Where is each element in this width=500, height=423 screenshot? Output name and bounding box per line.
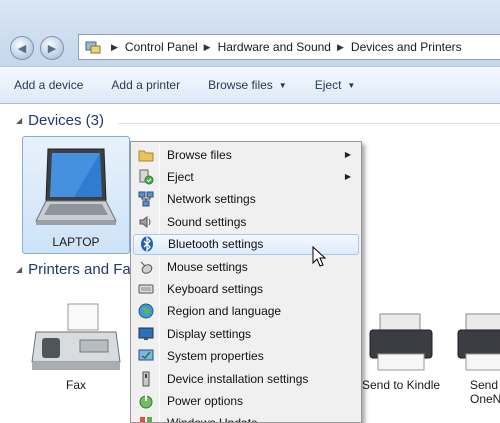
bluetooth-icon <box>134 236 160 252</box>
printer-send-to-kindle-label: Send to Kindle <box>361 378 441 392</box>
breadcrumb-separator: ▶ <box>111 41 118 52</box>
collapse-arrow-icon: ◢ <box>16 265 23 274</box>
chevron-down-icon: ▼ <box>278 80 287 90</box>
menu-item-label: Bluetooth settings <box>168 237 264 252</box>
printer-fax[interactable]: Fax <box>22 302 130 402</box>
breadcrumb-devices-and-printers[interactable]: Devices and Printers <box>351 40 462 54</box>
printer-fax-label: Fax <box>65 378 86 392</box>
breadcrumb-separator: ▶ <box>336 41 344 52</box>
menu-item-system-properties[interactable]: System properties <box>133 346 359 367</box>
eject-label: Eject <box>314 78 342 92</box>
menu-item-eject[interactable]: Eject ▶ <box>133 166 359 187</box>
title-bar: ◀ ▶ ▶ Control Panel ▶ Hardware and Sound… <box>0 0 500 66</box>
menu-item-label: System properties <box>167 349 264 364</box>
breadcrumb-separator: ▶ <box>203 41 211 52</box>
device-laptop[interactable]: LAPTOP <box>22 136 130 254</box>
menu-item-label: Device installation settings <box>167 371 309 386</box>
laptop-icon <box>35 148 117 225</box>
monitor-icon <box>133 326 159 342</box>
control-panel-icon <box>85 40 101 54</box>
printers-group-header[interactable]: ◢ Printers and Fa <box>16 261 131 278</box>
add-printer-label: Add a printer <box>111 78 181 92</box>
menu-item-label: Mouse settings <box>167 259 248 274</box>
network-icon <box>133 191 159 207</box>
forward-button[interactable]: ▶ <box>40 36 64 60</box>
back-arrow-icon: ◀ <box>17 42 27 55</box>
devices-group-header[interactable]: ◢ Devices (3) <box>16 112 104 129</box>
menu-item-browse-files[interactable]: Browse files ▶ <box>133 144 359 165</box>
printer-send-to-onenote-label: Send OneN <box>470 378 500 406</box>
menu-item-label: Region and language <box>167 304 282 319</box>
forward-arrow-icon: ▶ <box>47 42 57 55</box>
menu-item-label: Eject <box>167 169 194 184</box>
menu-item-label: Browse files <box>167 147 232 162</box>
menu-item-sound-settings[interactable]: Sound settings <box>133 211 359 232</box>
collapse-arrow-icon: ◢ <box>16 116 23 125</box>
menu-item-power-options[interactable]: Power options <box>133 390 359 411</box>
breadcrumb-control-panel[interactable]: Control Panel <box>125 40 198 54</box>
devices-group-title: Devices (3) <box>28 112 105 129</box>
browse-files-button[interactable]: Browse files ▼ <box>194 78 301 92</box>
menu-item-device-installation-settings[interactable]: Device installation settings <box>133 368 359 389</box>
printer-send-to-kindle[interactable]: Send to Kindle <box>356 312 446 402</box>
add-device-label: Add a device <box>14 78 84 92</box>
add-device-button[interactable]: Add a device <box>0 78 97 92</box>
submenu-arrow-icon: ▶ <box>344 172 351 182</box>
menu-item-label: Keyboard settings <box>167 281 264 296</box>
menu-item-region-and-language[interactable]: Region and language <box>133 301 359 322</box>
menu-item-network-settings[interactable]: Network settings <box>133 189 359 210</box>
globe-icon <box>133 303 159 319</box>
device-context-menu: Browse files ▶ Eject ▶ Network settings Sound… <box>130 141 362 423</box>
menu-item-label: Windows Update <box>167 416 258 422</box>
printer-icon <box>369 313 433 371</box>
speaker-icon <box>133 214 159 230</box>
menu-item-label: Display settings <box>167 326 252 341</box>
folder-icon <box>133 148 159 162</box>
address-bar[interactable]: ▶ Control Panel ▶ Hardware and Sound ▶ D… <box>78 34 500 60</box>
mouse-cursor-icon <box>312 246 326 267</box>
command-bar: Add a device Add a printer Browse files ▼… <box>0 66 500 104</box>
system-icon <box>133 348 159 364</box>
submenu-arrow-icon: ▶ <box>344 150 351 159</box>
eject-button[interactable]: Eject ▼ <box>301 78 370 92</box>
browse-files-label: Browse files <box>208 78 273 92</box>
printer-send-to-onenote[interactable]: Send OneN <box>456 312 500 422</box>
power-icon <box>133 393 159 409</box>
breadcrumb-hardware-and-sound[interactable]: Hardware and Sound <box>218 40 331 54</box>
menu-item-label: Network settings <box>167 192 256 207</box>
chevron-down-icon: ▼ <box>347 80 356 90</box>
keyboard-icon <box>133 283 159 295</box>
printer-icon <box>457 313 500 371</box>
menu-item-display-settings[interactable]: Display settings <box>133 323 359 344</box>
menu-item-keyboard-settings[interactable]: Keyboard settings <box>133 278 359 299</box>
add-printer-button[interactable]: Add a printer <box>97 78 194 92</box>
windows-update-icon <box>133 415 159 422</box>
printers-group-title: Printers and Fa <box>28 261 131 278</box>
back-button[interactable]: ◀ <box>10 36 34 60</box>
device-laptop-label: LAPTOP <box>52 235 100 249</box>
device-install-icon <box>133 371 159 387</box>
fax-icon <box>31 303 121 370</box>
eject-icon <box>133 169 159 185</box>
menu-item-windows-update[interactable]: Windows Update <box>133 413 359 422</box>
menu-item-label: Power options <box>167 393 244 408</box>
menu-item-label: Sound settings <box>167 214 247 229</box>
group-divider <box>118 123 500 124</box>
mouse-icon <box>133 259 159 275</box>
